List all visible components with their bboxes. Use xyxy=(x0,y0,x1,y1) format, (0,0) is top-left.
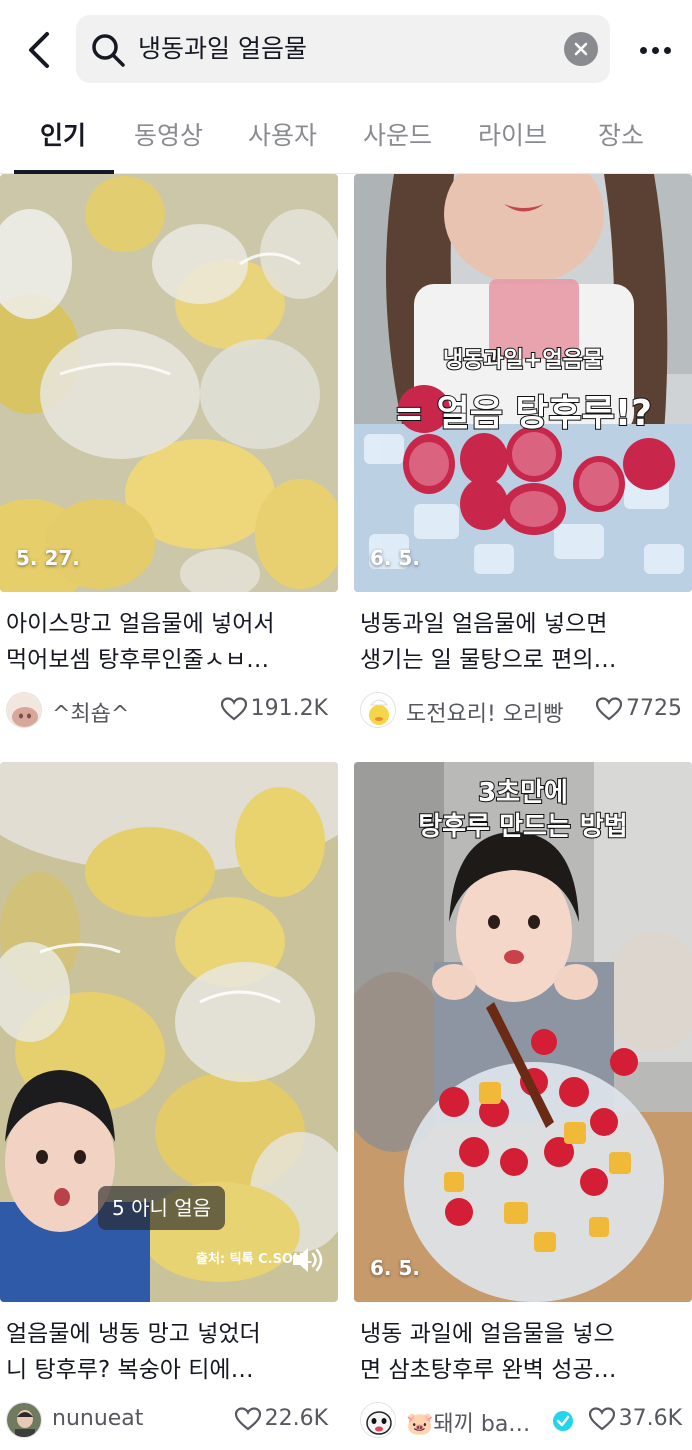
video-caption-overlay: = 얼음 탕후루!? xyxy=(393,392,653,435)
video-thumbnail[interactable]: 5. 27. xyxy=(0,174,338,592)
video-thumbnail[interactable]: 3초만에 탕후루 만드는 방법 6. 5. xyxy=(354,762,692,1302)
video-meta: ^최숍^ 191.2K xyxy=(6,690,332,730)
author-name[interactable]: nunueat xyxy=(52,1406,143,1431)
speaker-icon xyxy=(293,1248,323,1272)
tab-places[interactable]: 장소 xyxy=(598,116,644,152)
more-options-button[interactable] xyxy=(630,30,680,70)
like-count: 37.6K xyxy=(588,1406,682,1431)
tab-users[interactable]: 사용자 xyxy=(248,116,317,152)
like-count-value: 22.6K xyxy=(264,1406,328,1431)
author-name[interactable]: ^최숍^ xyxy=(52,696,129,728)
heart-icon xyxy=(588,1406,615,1430)
top-bar: 냉동과일 얼음물 xyxy=(0,0,692,100)
tab-sounds[interactable]: 사운드 xyxy=(363,116,432,152)
author-avatar[interactable] xyxy=(6,1402,42,1438)
tab-top[interactable]: 인기 xyxy=(40,116,86,152)
back-arrow-icon xyxy=(29,32,49,68)
heart-icon xyxy=(234,1406,261,1430)
heart-icon xyxy=(596,696,622,720)
author-avatar[interactable] xyxy=(360,1402,396,1438)
search-icon xyxy=(92,34,125,67)
video-caption-overlay: 3초만에 xyxy=(477,777,569,809)
close-icon xyxy=(574,42,588,56)
video-caption-overlay: 5 아니 얼음 xyxy=(98,1186,226,1230)
search-input[interactable]: 냉동과일 얼음물 xyxy=(76,15,610,83)
fruit-tanghulu-image xyxy=(354,762,692,1302)
video-title[interactable]: 아이스망고 얼음물에 넣어서 먹어보셈 탕후루인줄ㅅㅂ… xyxy=(6,606,332,678)
clear-search-button[interactable] xyxy=(564,32,598,66)
video-meta: 도전요리! 오리빵 7725 xyxy=(360,690,686,730)
like-count-value: 37.6K xyxy=(618,1406,682,1431)
video-meta: nunueat 22.6K xyxy=(6,1400,332,1440)
video-caption-overlay: 냉동과일+얼음물 xyxy=(442,347,604,374)
author-name[interactable]: 🐷돼끼 ba… xyxy=(406,1406,530,1438)
video-caption-overlay: 탕후루 만드는 방법 xyxy=(417,811,628,843)
avatar-image xyxy=(7,693,41,727)
like-count: 22.6K xyxy=(234,1406,328,1431)
like-count: 191.2K xyxy=(220,696,328,721)
video-title[interactable]: 얼음물에 냉동 망고 넣었더 니 탕후루? 복숭아 티에… xyxy=(6,1316,332,1388)
video-title[interactable]: 냉동과일 얼음물에 넣으면 생기는 일 물탕으로 편의… xyxy=(360,606,686,678)
verified-badge-icon xyxy=(553,1411,573,1431)
more-dot-icon xyxy=(663,46,671,54)
more-dot-icon xyxy=(639,46,647,54)
search-query[interactable]: 냉동과일 얼음물 xyxy=(138,15,307,83)
like-count-value: 191.2K xyxy=(250,696,328,721)
author-name[interactable]: 도전요리! 오리빵 xyxy=(406,696,564,728)
author-avatar[interactable] xyxy=(6,692,42,728)
post-date: 6. 5. xyxy=(370,1256,420,1280)
heart-icon xyxy=(220,696,247,720)
like-count: 7725 xyxy=(596,696,682,721)
tab-videos[interactable]: 동영상 xyxy=(134,116,203,152)
video-thumbnail[interactable]: 냉동과일+얼음물 = 얼음 탕후루!? 6. 5. xyxy=(354,174,692,592)
post-date: 6. 5. xyxy=(370,546,420,570)
tab-live[interactable]: 라이브 xyxy=(478,116,547,152)
search-tabs: 인기 동영상 사용자 사운드 라이브 장소 xyxy=(0,100,692,174)
like-count-value: 7725 xyxy=(626,696,682,721)
mango-ice-water-image xyxy=(0,174,338,592)
avatar-image xyxy=(361,693,395,727)
avatar-image xyxy=(361,1403,395,1437)
author-avatar[interactable] xyxy=(360,692,396,728)
more-dot-icon xyxy=(651,46,659,54)
video-title[interactable]: 냉동 과일에 얼음물을 넣으 면 삼초탕후루 완벽 성공… xyxy=(360,1316,686,1388)
avatar-image xyxy=(7,1403,41,1437)
back-button[interactable] xyxy=(18,28,58,72)
post-date: 5. 27. xyxy=(16,546,80,570)
video-meta: 🐷돼끼 ba… 37.6K xyxy=(360,1400,686,1440)
frozen-strawberry-image xyxy=(354,174,692,592)
video-thumbnail[interactable]: 5 아니 얼음 출처: 틱톡 C.SOUL xyxy=(0,762,338,1302)
